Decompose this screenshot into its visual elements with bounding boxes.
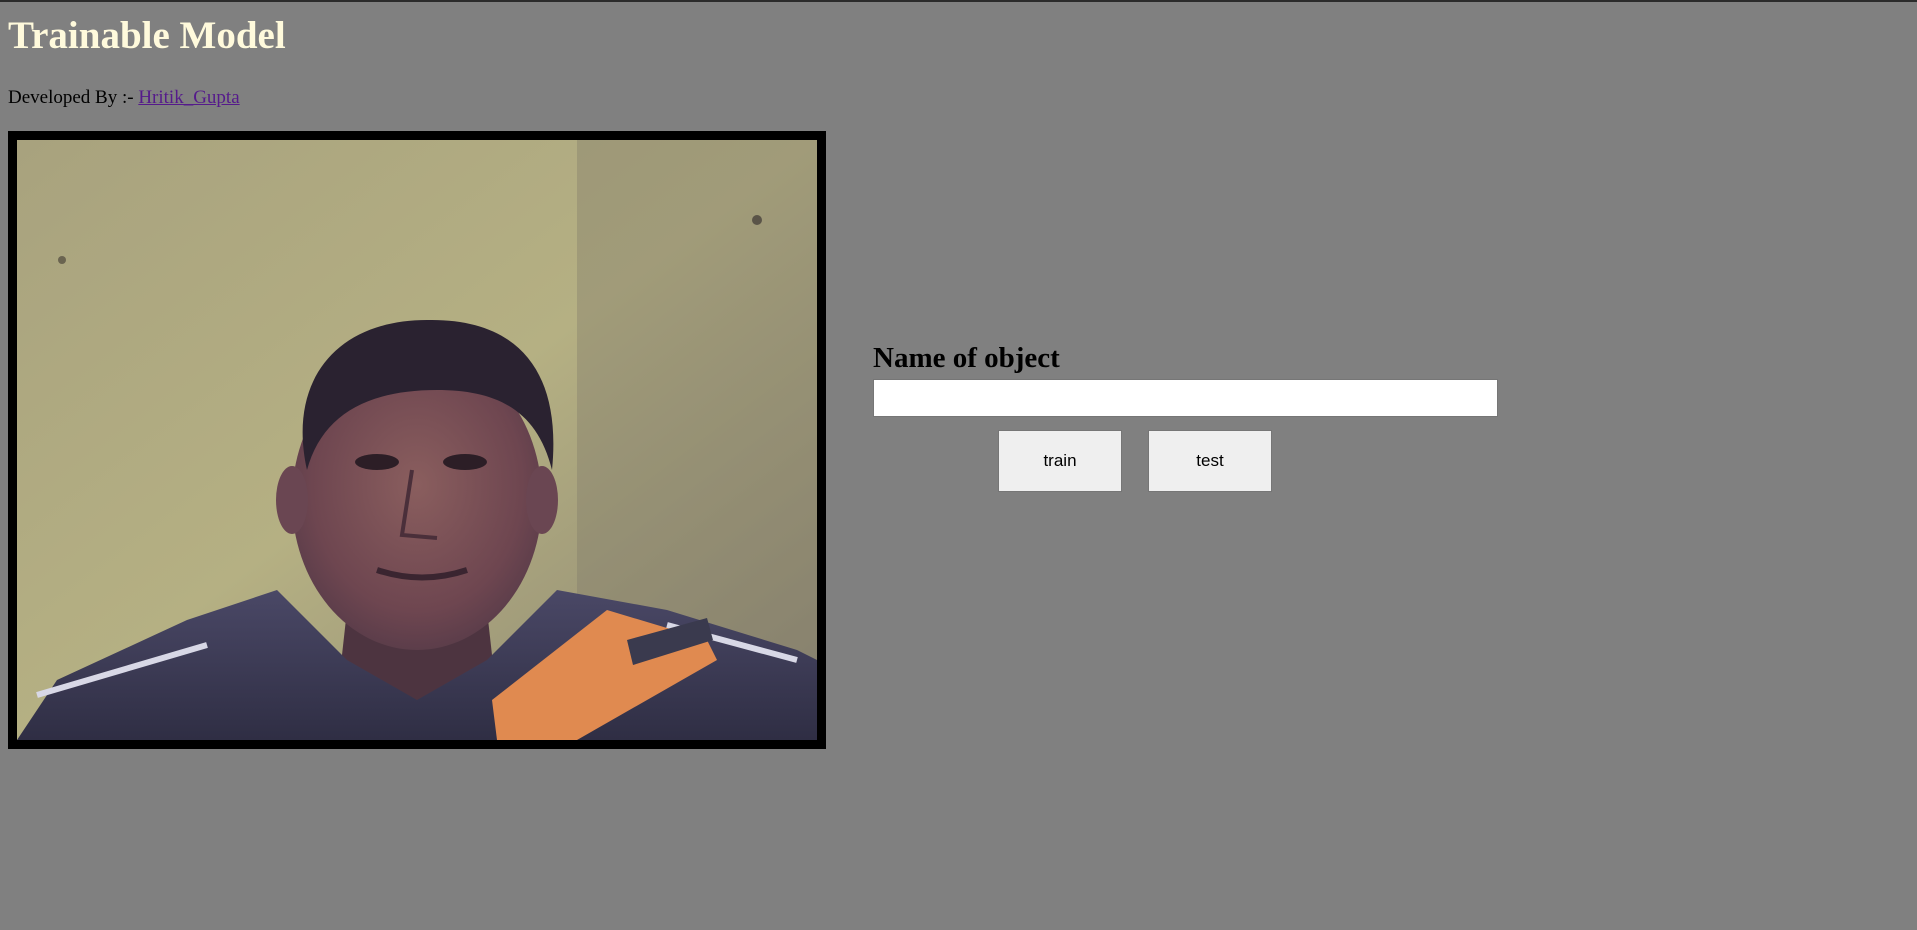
author-link[interactable]: Hritik_Gupta (138, 87, 239, 108)
credit-prefix: Developed By :- (8, 87, 139, 108)
webcam-image (17, 140, 817, 740)
developer-credit: Developed By :- Hritik_Gupta (8, 86, 240, 110)
object-name-input[interactable] (873, 379, 1498, 417)
test-button[interactable]: test (1148, 430, 1272, 492)
page-title: Trainable Model (8, 14, 286, 57)
page: Trainable Model Developed By :- Hritik_G… (0, 0, 1917, 930)
webcam-feed (8, 131, 826, 749)
train-button[interactable]: train (998, 430, 1122, 492)
object-name-label: Name of object (873, 342, 1060, 374)
